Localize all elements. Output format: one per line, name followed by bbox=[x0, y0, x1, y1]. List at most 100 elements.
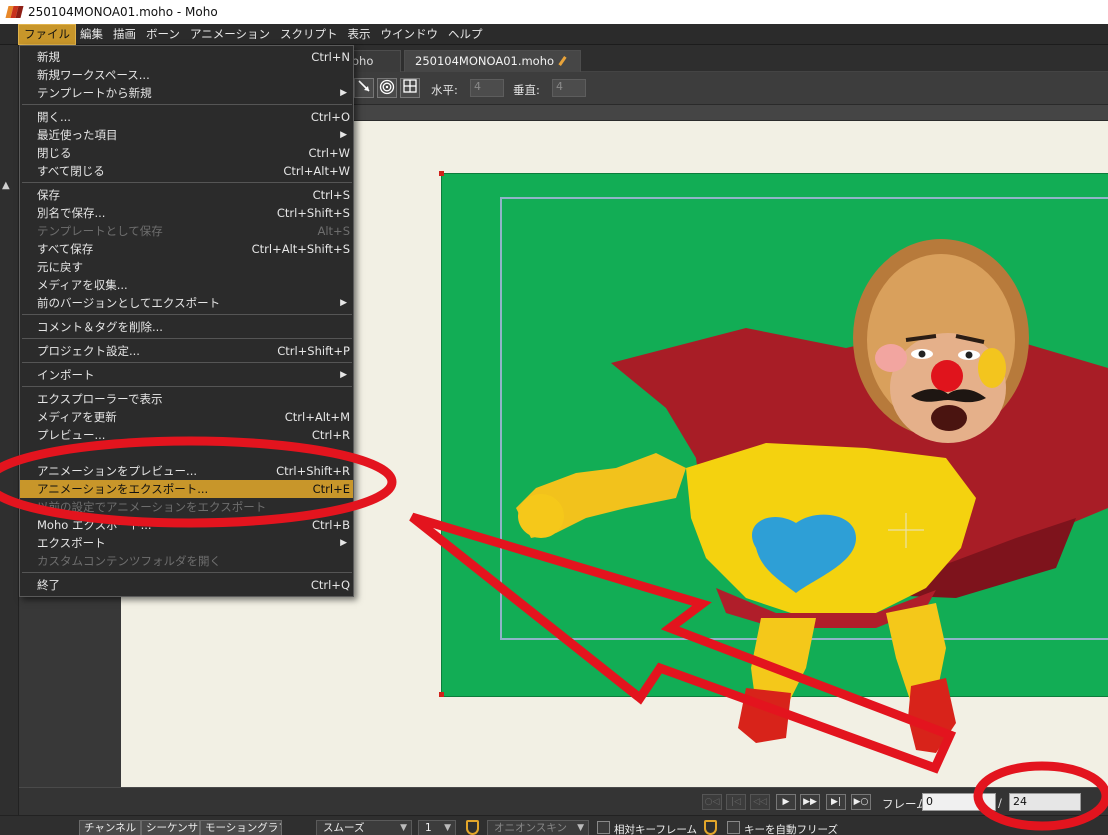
menu-item-label: プロジェクト設定... bbox=[37, 344, 140, 358]
menu-separator bbox=[22, 182, 352, 183]
step-back-icon[interactable]: |◁ bbox=[726, 794, 746, 810]
arrow-icon[interactable] bbox=[354, 78, 374, 98]
menu-item-label: アニメーションをプレビュー... bbox=[37, 464, 198, 478]
menu-item-label: エクスプローラーで表示 bbox=[37, 392, 163, 406]
menu-item-label: すべて閉じる bbox=[37, 164, 105, 178]
menu-script[interactable]: スクリプト bbox=[275, 25, 343, 44]
tab-motion-graph[interactable]: モーショングラフ bbox=[200, 820, 282, 835]
menu-item-recent[interactable]: 最近使った項目 ▶ bbox=[20, 126, 353, 144]
menu-item-refresh-media[interactable]: メディアを更新 Ctrl+Alt+M bbox=[20, 408, 353, 426]
menu-item-new-from-template[interactable]: テンプレートから新規 ▶ bbox=[20, 84, 353, 102]
menu-draw[interactable]: 描画 bbox=[108, 25, 141, 44]
step-forward-icon[interactable]: ▶| bbox=[826, 794, 846, 810]
menu-item-label: 前のバージョンとしてエクスポート bbox=[37, 296, 221, 310]
menu-item-label: メディアを収集... bbox=[37, 278, 128, 292]
menu-view[interactable]: 表示 bbox=[342, 25, 375, 44]
menu-separator bbox=[22, 362, 352, 363]
onion-skin-select[interactable]: オニオンスキン ▼ bbox=[487, 820, 589, 835]
chevron-down-icon: ▼ bbox=[577, 823, 584, 833]
menu-item-gather-media[interactable]: メディアを収集... bbox=[20, 276, 353, 294]
pencil-icon bbox=[558, 56, 567, 66]
menu-item-export-animation[interactable]: アニメーションをエクスポート... Ctrl+E bbox=[20, 480, 353, 498]
tab-label: 250104MONOA01.moho bbox=[415, 54, 555, 68]
menu-item-label: 最近使った項目 bbox=[37, 128, 118, 142]
menu-help[interactable]: ヘルプ bbox=[443, 25, 488, 44]
menu-item-label: 以前の設定でアニメーションをエクスポート bbox=[37, 500, 267, 514]
menu-item-preview[interactable]: プレビュー... Ctrl+R bbox=[20, 426, 353, 444]
menu-animation[interactable]: アニメーション bbox=[185, 25, 275, 44]
menu-item-import[interactable]: インポート ▶ bbox=[20, 366, 353, 384]
menu-item-moho-export[interactable]: Moho エクスポート... Ctrl+B bbox=[20, 516, 353, 534]
menu-item-save[interactable]: 保存 Ctrl+S bbox=[20, 186, 353, 204]
menu-separator bbox=[22, 386, 352, 387]
scroll-up-icon[interactable]: ▲ bbox=[2, 180, 10, 191]
shortcut: Ctrl+N bbox=[311, 50, 350, 64]
vertical-input[interactable]: 4 bbox=[552, 79, 586, 97]
menu-item-preview-animation[interactable]: アニメーションをプレビュー... Ctrl+Shift+R bbox=[20, 462, 353, 480]
menu-item-label: テンプレートから新規 bbox=[37, 86, 152, 100]
play-icon[interactable]: ▶ bbox=[776, 794, 796, 810]
menu-window[interactable]: ウインドウ bbox=[375, 25, 443, 44]
shield-icon[interactable] bbox=[704, 820, 717, 835]
menu-edit[interactable]: 編集 bbox=[75, 25, 108, 44]
menu-item-close[interactable]: 閉じる Ctrl+W bbox=[20, 144, 353, 162]
menu-item-project-settings[interactable]: プロジェクト設定... Ctrl+Shift+P bbox=[20, 342, 353, 360]
shortcut: Ctrl+Shift+R bbox=[276, 464, 350, 478]
submenu-arrow-icon: ▶ bbox=[340, 538, 347, 548]
tab-sequencer[interactable]: シーケンサ bbox=[141, 820, 200, 835]
menu-item-label: 保存 bbox=[37, 188, 60, 202]
menu-item-show-in-explorer[interactable]: エクスプローラーで表示 bbox=[20, 390, 353, 408]
menu-item-close-all[interactable]: すべて閉じる Ctrl+Alt+W bbox=[20, 162, 353, 180]
submenu-arrow-icon: ▶ bbox=[340, 298, 347, 308]
menu-item-save-as[interactable]: 別名で保存... Ctrl+Shift+S bbox=[20, 204, 353, 222]
shortcut: Ctrl+Q bbox=[310, 578, 350, 592]
loop-icon[interactable]: ▶○ bbox=[851, 794, 871, 810]
rewind-start-icon[interactable]: ○◁ bbox=[702, 794, 722, 810]
menu-item-label: カスタムコンテンツフォルダを開く bbox=[37, 554, 221, 568]
menu-item-export[interactable]: エクスポート ▶ bbox=[20, 534, 353, 552]
menu-item-open[interactable]: 開く... Ctrl+O bbox=[20, 108, 353, 126]
tab-current-document[interactable]: 250104MONOA01.moho bbox=[404, 50, 581, 72]
menu-item-label: アニメーションをエクスポート... bbox=[37, 482, 209, 496]
menu-item-quit[interactable]: 終了 Ctrl+Q bbox=[20, 576, 353, 594]
file-menu-dropdown: 新規 Ctrl+N 新規ワークスペース... テンプレートから新規 ▶ 開く... C… bbox=[19, 45, 354, 597]
horizontal-input[interactable]: 4 bbox=[470, 79, 504, 97]
moho-logo-icon bbox=[5, 5, 24, 19]
corner-handle[interactable] bbox=[439, 692, 444, 697]
submenu-arrow-icon: ▶ bbox=[340, 88, 347, 98]
submenu-arrow-icon: ▶ bbox=[340, 370, 347, 380]
auto-freeze-checkbox[interactable] bbox=[727, 821, 740, 834]
current-frame-input[interactable]: 0 bbox=[922, 793, 996, 811]
menu-file[interactable]: ファイル bbox=[18, 23, 76, 45]
tab-channels[interactable]: チャンネル bbox=[79, 820, 141, 835]
playback-bar: ○◁ |◁ ◁◁ ▶ ▶▶ ▶| ▶○ フレーム 0 / 24 bbox=[19, 787, 1108, 815]
interpolation-select[interactable]: スムーズ ▼ bbox=[316, 820, 412, 835]
menu-item-new[interactable]: 新規 Ctrl+N bbox=[20, 48, 353, 66]
menu-bar: ファイル 編集 描画 ボーン アニメーション スクリプト 表示 ウインドウ ヘル… bbox=[0, 23, 1108, 45]
menu-item-revert[interactable]: 元に戻す bbox=[20, 258, 353, 276]
play-back-icon[interactable]: ◁◁ bbox=[750, 794, 770, 810]
grid-icon[interactable] bbox=[400, 78, 420, 98]
menu-item-open-custom-content-folder: カスタムコンテンツフォルダを開く bbox=[20, 552, 353, 570]
menu-bone[interactable]: ボーン bbox=[141, 25, 185, 44]
auto-freeze-label: キーを自動フリーズ bbox=[744, 824, 838, 835]
menu-item-label: すべて保存 bbox=[37, 242, 94, 256]
menu-item-export-previous-version[interactable]: 前のバージョンとしてエクスポート ▶ bbox=[20, 294, 353, 312]
horizontal-label: 水平: bbox=[431, 83, 458, 97]
spiral-icon[interactable] bbox=[377, 78, 397, 98]
menu-separator bbox=[22, 338, 352, 339]
step-select[interactable]: 1 ▼ bbox=[418, 820, 456, 835]
shortcut: Ctrl+W bbox=[308, 146, 350, 160]
chevron-down-icon: ▼ bbox=[444, 823, 451, 833]
relative-keyframe-checkbox[interactable] bbox=[597, 821, 610, 834]
onion-skin-icon[interactable] bbox=[466, 820, 479, 835]
menu-item-label: エクスポート bbox=[37, 536, 106, 550]
play-fast-icon[interactable]: ▶▶ bbox=[800, 794, 820, 810]
total-frames-input[interactable]: 24 bbox=[1009, 793, 1081, 811]
menu-item-remove-comments-tags[interactable]: コメント＆タグを削除... bbox=[20, 318, 353, 336]
menu-item-new-workspace[interactable]: 新規ワークスペース... bbox=[20, 66, 353, 84]
corner-handle[interactable] bbox=[439, 171, 444, 176]
menu-item-save-all[interactable]: すべて保存 Ctrl+Alt+Shift+S bbox=[20, 240, 353, 258]
menu-item-label: 終了 bbox=[37, 578, 60, 592]
menu-item-label: 元に戻す bbox=[37, 260, 83, 274]
